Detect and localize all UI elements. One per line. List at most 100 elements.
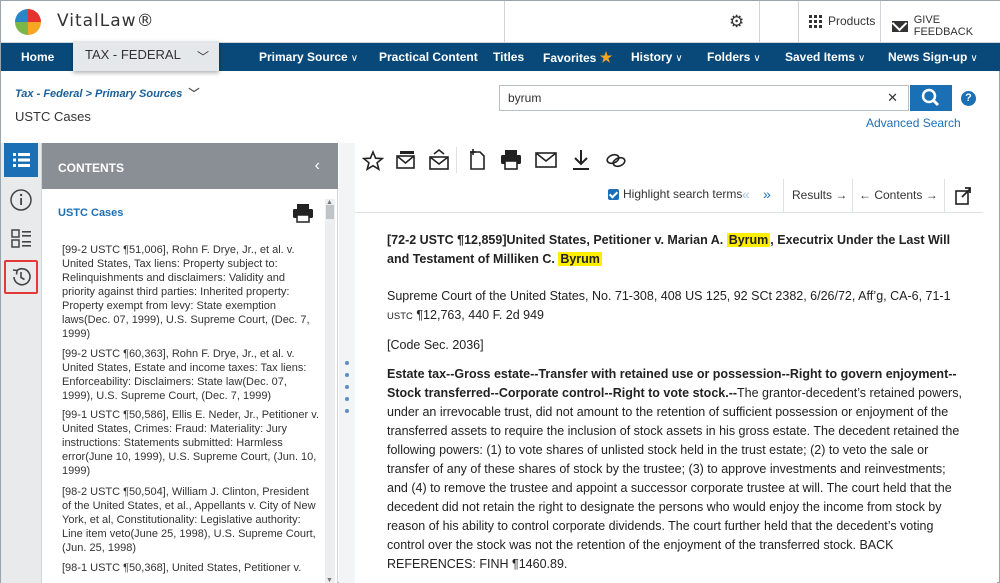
- results-label: Results: [792, 188, 833, 202]
- nav-saved-items[interactable]: Saved Items ∨: [785, 43, 865, 73]
- chevron-down-icon: ﹀: [196, 50, 209, 64]
- contents-list-icon[interactable]: [4, 143, 38, 177]
- star-outline-icon[interactable]: [361, 149, 385, 172]
- contents-scrollbar[interactable]: ▲ ▼: [325, 199, 335, 583]
- nav-label: History: [631, 50, 673, 64]
- code-section: [Code Sec. 2036]: [387, 338, 484, 352]
- title-text: [72-2 USTC ¶12,859]United States, Petiti…: [387, 233, 727, 247]
- divider: [880, 1, 881, 43]
- link-icon[interactable]: [604, 149, 626, 169]
- highlight-checkbox[interactable]: [608, 188, 619, 200]
- nav-favorites[interactable]: Favorites ★: [543, 43, 612, 72]
- chevron-left-icon[interactable]: ‹: [315, 157, 320, 175]
- search-button[interactable]: [910, 85, 952, 111]
- new-document-icon[interactable]: [466, 148, 488, 170]
- highlight-search-terms-toggle[interactable]: Highlight search terms: [608, 187, 742, 201]
- document-scrollbar[interactable]: [983, 213, 997, 583]
- nav-home[interactable]: Home: [1, 43, 74, 71]
- left-rail: [1, 143, 42, 583]
- nav-titles[interactable]: Titles: [493, 43, 524, 71]
- info-icon[interactable]: [4, 183, 38, 217]
- divider: [759, 1, 760, 43]
- contents-item[interactable]: [98-1 USTC ¶50,368], United States, Peti…: [62, 561, 320, 575]
- search-hit[interactable]: Byrum: [726, 233, 771, 247]
- nav-label: News Sign-up: [888, 50, 968, 64]
- breadcrumb-text: Tax - Federal > Primary Sources: [15, 88, 183, 100]
- breadcrumb[interactable]: Tax - Federal > Primary Sources ﹀: [15, 85, 199, 101]
- top-bar: VitalLaw® ⚙ Products GIVE FEEDBACK: [1, 1, 1000, 43]
- results-nav-button[interactable]: Results →: [792, 188, 847, 202]
- outline-icon[interactable]: [4, 221, 38, 255]
- print-icon[interactable]: [499, 149, 521, 170]
- download-icon[interactable]: [570, 148, 592, 170]
- email-multiple-icon[interactable]: [394, 148, 416, 169]
- app-name[interactable]: VitalLaw®: [57, 11, 155, 31]
- chevron-down-icon: ﹀: [188, 88, 200, 100]
- search-hit[interactable]: Byrum: [558, 252, 602, 266]
- contents-item[interactable]: [98-2 USTC ¶50,504], William J. Clinton,…: [62, 485, 320, 555]
- email-icon[interactable]: [427, 148, 449, 170]
- advanced-search-link[interactable]: Advanced Search: [866, 116, 961, 130]
- nav-label: Favorites: [543, 51, 597, 65]
- products-label: Products: [828, 14, 876, 28]
- help-icon[interactable]: ?: [961, 91, 976, 106]
- vitallaw-logo-icon[interactable]: [15, 9, 41, 35]
- give-feedback-button[interactable]: GIVE FEEDBACK: [892, 14, 1000, 38]
- contents-item[interactable]: [99-1 USTC ¶50,586], Ellis E. Neder, Jr.…: [62, 408, 320, 478]
- nav-practical-content[interactable]: Practical Content: [379, 43, 478, 71]
- divider: [798, 1, 799, 43]
- nav-history[interactable]: History ∨: [631, 43, 683, 73]
- arrow-right-icon: →: [835, 188, 848, 202]
- star-icon: ★: [599, 49, 613, 65]
- search-input[interactable]: [500, 86, 860, 110]
- nav-folders[interactable]: Folders ∨: [707, 43, 761, 73]
- document-body: [72-2 USTC ¶12,859]United States, Petiti…: [387, 231, 967, 583]
- highlight-label: Highlight search terms: [623, 187, 743, 201]
- clear-icon[interactable]: ✕: [887, 90, 898, 106]
- feedback-label: GIVE FEEDBACK: [913, 14, 974, 38]
- nav-primary-source[interactable]: Primary Source ∨: [259, 43, 358, 73]
- products-button[interactable]: Products: [809, 14, 875, 28]
- court-citation: Supreme Court of the United States, No. …: [387, 287, 967, 326]
- nav-label: Titles: [493, 50, 525, 64]
- contents-item[interactable]: [99-2 USTC ¶60,363], Rohn F. Drye, Jr., …: [62, 347, 320, 403]
- headnote-text: The grantor-decedent’s retained powers, …: [387, 386, 962, 571]
- contents-title[interactable]: USTC Cases: [58, 207, 123, 219]
- chevron-down-icon: ∨: [970, 53, 978, 64]
- grid-icon: [809, 14, 822, 28]
- arrow-left-icon: ←: [859, 188, 871, 202]
- citation-text: ¶12,763, 440 F. 2d 949: [412, 308, 544, 322]
- history-icon[interactable]: [4, 260, 38, 294]
- document-title: [72-2 USTC ¶12,859]United States, Petiti…: [387, 231, 967, 269]
- gear-icon[interactable]: ⚙: [729, 12, 744, 32]
- contents-nav-label: Contents: [874, 188, 923, 202]
- search-box: ✕: [499, 85, 909, 111]
- contents-nav-button[interactable]: ← Contents →: [859, 188, 938, 202]
- chevron-down-icon: ∨: [350, 53, 359, 64]
- scroll-down-icon[interactable]: ▼: [326, 577, 333, 583]
- arrow-right-icon: →: [925, 188, 938, 202]
- next-hit-icon[interactable]: »: [763, 186, 771, 202]
- mail-icon[interactable]: [534, 149, 557, 169]
- nav-label: Folders: [707, 50, 751, 64]
- contents-header: CONTENTS ‹: [42, 143, 338, 189]
- chevron-down-icon: ∨: [858, 53, 866, 64]
- open-external-icon[interactable]: [954, 186, 972, 211]
- nav-label: Practical Content: [379, 50, 478, 64]
- citation-text: Supreme Court of the United States, No. …: [387, 289, 951, 303]
- contents-panel: CONTENTS ‹ USTC Cases [99-2 USTC ¶51,006…: [42, 143, 338, 583]
- search-icon: [921, 88, 940, 107]
- envelope-icon: [892, 20, 908, 32]
- divider: [852, 179, 853, 213]
- previous-hit-icon[interactable]: «: [742, 186, 750, 202]
- panel-splitter[interactable]: [339, 143, 355, 583]
- nav-label: Saved Items: [785, 50, 856, 64]
- library-selector[interactable]: TAX - FEDERAL ﹀: [73, 41, 219, 71]
- citation-text: USTC: [387, 311, 413, 322]
- contents-item[interactable]: [99-2 USTC ¶51,006], Rohn F. Drye, Jr., …: [62, 243, 320, 341]
- page-title: USTC Cases: [15, 109, 91, 124]
- chevron-down-icon: ∨: [753, 53, 761, 64]
- scroll-thumb[interactable]: [326, 205, 334, 219]
- print-icon[interactable]: [292, 203, 314, 228]
- nav-news-signup[interactable]: News Sign-up ∨: [888, 43, 978, 73]
